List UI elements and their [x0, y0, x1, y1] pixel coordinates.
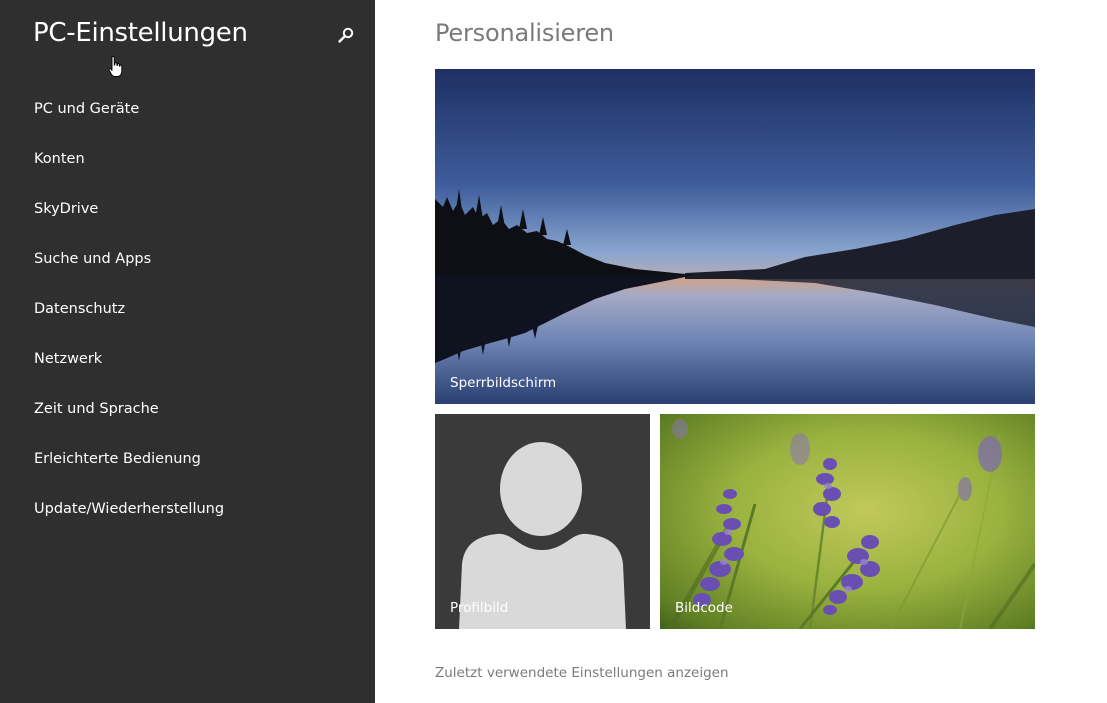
picture-password-tile[interactable]: Bildcode [660, 414, 1035, 629]
lock-screen-label: Sperrbildschirm [450, 375, 557, 391]
settings-nav: PC und Geräte Konten SkyDrive Suche und … [34, 98, 224, 548]
search-icon [338, 27, 354, 43]
recent-settings-link[interactable]: Zuletzt verwendete Einstellungen anzeige… [435, 665, 729, 681]
account-picture-label: Profilbild [450, 600, 509, 616]
picture-password-label: Bildcode [675, 600, 733, 616]
nav-item-skydrive[interactable]: SkyDrive [34, 198, 224, 248]
nav-item-erleichterte-bedienung[interactable]: Erleichterte Bedienung [34, 448, 224, 498]
lavender-image [660, 414, 1035, 629]
page-title: Personalisieren [435, 19, 614, 47]
nav-item-zeit-und-sprache[interactable]: Zeit und Sprache [34, 398, 224, 448]
hand-cursor-icon [108, 56, 123, 77]
nav-item-pc-und-geraete[interactable]: PC und Geräte [34, 98, 224, 148]
nav-item-netzwerk[interactable]: Netzwerk [34, 348, 224, 398]
account-picture-tile[interactable]: Profilbild [435, 414, 650, 629]
lock-screen-tile[interactable]: Sperrbildschirm [435, 69, 1035, 404]
search-button[interactable] [334, 23, 358, 47]
nav-item-datenschutz[interactable]: Datenschutz [34, 298, 224, 348]
sidebar: PC-Einstellungen PC und Geräte Konten Sk… [0, 0, 375, 703]
nav-item-konten[interactable]: Konten [34, 148, 224, 198]
app-title: PC-Einstellungen [33, 18, 248, 48]
nav-item-update-wiederherstellung[interactable]: Update/Wiederherstellung [34, 498, 224, 548]
lock-screen-image [435, 69, 1035, 404]
user-silhouette-icon [459, 442, 626, 629]
nav-item-suche-und-apps[interactable]: Suche und Apps [34, 248, 224, 298]
main-content: Personalisieren Sperrbildschirm Profilbi… [375, 0, 1107, 703]
